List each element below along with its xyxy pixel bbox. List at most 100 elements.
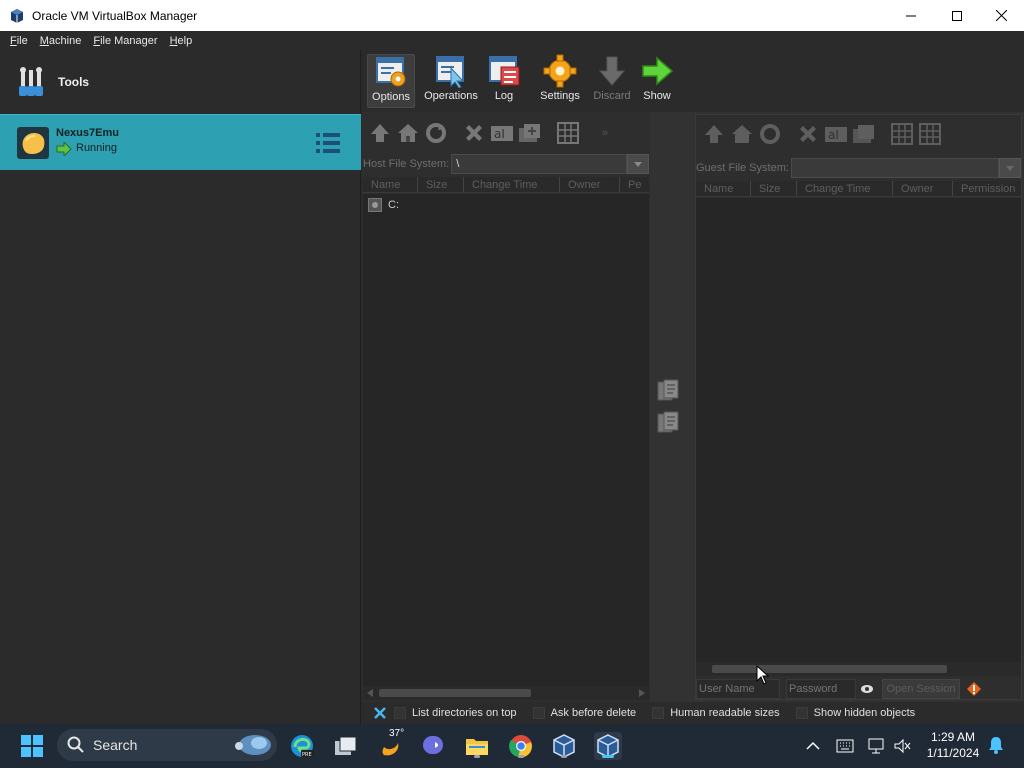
tools-item[interactable]: Tools bbox=[0, 50, 361, 113]
guest-col-permission[interactable]: Permission bbox=[953, 181, 1021, 196]
guest-refresh-icon[interactable] bbox=[756, 120, 784, 148]
guest-home-icon[interactable] bbox=[728, 120, 756, 148]
log-button[interactable]: Log bbox=[486, 54, 522, 108]
host-create-folder-icon[interactable] bbox=[516, 119, 544, 147]
guest-col-name[interactable]: Name bbox=[696, 181, 751, 196]
running-indicator bbox=[474, 755, 480, 758]
host-path-dropdown[interactable] bbox=[627, 154, 649, 174]
host-col-size[interactable]: Size bbox=[418, 177, 464, 192]
taskbar-search[interactable]: Search bbox=[57, 729, 277, 761]
settings-button[interactable]: Settings bbox=[537, 54, 583, 108]
copy-to-host-icon[interactable] bbox=[656, 410, 682, 436]
chat-icon bbox=[423, 736, 443, 754]
host-col-name[interactable]: Name bbox=[363, 177, 418, 192]
guest-delete-icon[interactable] bbox=[794, 120, 822, 148]
close-options-icon[interactable] bbox=[373, 706, 387, 720]
guest-go-up-icon[interactable] bbox=[700, 120, 728, 148]
menu-file-manager[interactable]: File Manager bbox=[87, 35, 163, 47]
scrollbar-thumb[interactable] bbox=[379, 689, 531, 697]
host-col-change-time[interactable]: Change Time bbox=[464, 177, 560, 192]
chevron-down-icon bbox=[634, 161, 643, 167]
window-title: Oracle VM VirtualBox Manager bbox=[32, 8, 198, 23]
list-item[interactable]: C: bbox=[368, 198, 399, 212]
show-label: Show bbox=[643, 90, 671, 102]
discard-button[interactable]: Discard bbox=[592, 54, 632, 108]
notification-bell-icon[interactable] bbox=[988, 736, 1004, 754]
tools-label: Tools bbox=[58, 74, 90, 89]
volume-muted-icon[interactable] bbox=[893, 738, 911, 754]
scroll-right-icon[interactable] bbox=[639, 689, 645, 697]
teams-chat-app[interactable] bbox=[419, 732, 447, 760]
guest-path-dropdown[interactable] bbox=[999, 158, 1021, 178]
host-col-permissions[interactable]: Pe bbox=[620, 177, 648, 192]
weather-widget[interactable]: 37° bbox=[375, 728, 404, 760]
list-dirs-checkbox[interactable] bbox=[394, 707, 406, 719]
show-hidden-label: Show hidden objects bbox=[813, 707, 916, 719]
guest-properties-icon[interactable] bbox=[888, 120, 916, 148]
host-panel-toolbar: aI » bbox=[366, 114, 650, 152]
virtualbox-app-2[interactable] bbox=[594, 732, 622, 760]
host-horizontal-scrollbar[interactable] bbox=[363, 686, 649, 700]
tray-overflow-chevron-up-icon[interactable] bbox=[806, 741, 820, 751]
maximize-button[interactable] bbox=[934, 0, 980, 31]
host-col-owner[interactable]: Owner bbox=[560, 177, 620, 192]
guest-file-list[interactable] bbox=[696, 198, 1021, 662]
operations-button[interactable]: Operations bbox=[422, 54, 480, 108]
minimize-button[interactable] bbox=[888, 0, 934, 31]
details-menu-icon[interactable] bbox=[315, 131, 341, 155]
guest-col-owner[interactable]: Owner bbox=[893, 181, 953, 196]
svg-text:aI: aI bbox=[828, 128, 839, 142]
options-button[interactable]: Options bbox=[367, 54, 415, 108]
operations-label: Operations bbox=[424, 90, 478, 102]
close-button[interactable] bbox=[978, 0, 1024, 31]
show-hidden-checkbox[interactable] bbox=[795, 707, 808, 719]
keyboard-icon[interactable] bbox=[836, 739, 854, 753]
host-home-icon[interactable] bbox=[394, 119, 422, 147]
human-sizes-checkbox[interactable] bbox=[652, 707, 665, 719]
chevron-down-icon bbox=[1006, 165, 1015, 171]
host-go-up-icon[interactable] bbox=[366, 119, 394, 147]
guest-select-all-icon[interactable] bbox=[916, 120, 944, 148]
scrollbar-thumb[interactable] bbox=[712, 665, 947, 673]
host-refresh-icon[interactable] bbox=[422, 119, 450, 147]
file-manager-options-bar: List directories on top Ask before delet… bbox=[362, 702, 1024, 724]
copy-to-guest-icon[interactable] bbox=[656, 378, 682, 404]
chrome-app[interactable] bbox=[507, 732, 535, 760]
system-clock[interactable]: 1:29 AM 1/11/2024 bbox=[918, 729, 988, 761]
virtualbox-app-1[interactable] bbox=[550, 732, 578, 760]
file-manager-area: Options Operations Log Settings Discard … bbox=[362, 50, 1024, 724]
host-path-input[interactable]: \ bbox=[451, 154, 628, 174]
open-session-button[interactable]: Open Session bbox=[882, 679, 960, 699]
svg-text:PRE: PRE bbox=[302, 752, 312, 758]
drive-icon bbox=[368, 198, 382, 212]
start-button[interactable] bbox=[18, 732, 46, 760]
guest-path-row: Guest File System: bbox=[696, 157, 1021, 179]
password-field[interactable] bbox=[786, 679, 856, 699]
task-view-app[interactable] bbox=[331, 732, 359, 760]
vm-list-item[interactable]: Nexus7Emu Running bbox=[0, 114, 361, 170]
menu-file[interactable]: File bbox=[4, 35, 34, 47]
show-password-eye-icon[interactable] bbox=[860, 684, 874, 694]
host-path-label: Host File System: bbox=[363, 158, 450, 170]
host-properties-icon[interactable] bbox=[554, 119, 582, 147]
guest-horizontal-scrollbar[interactable] bbox=[696, 662, 1021, 676]
guest-create-folder-icon[interactable] bbox=[850, 120, 878, 148]
guest-col-size[interactable]: Size bbox=[751, 181, 797, 196]
guest-col-change-time[interactable]: Change Time bbox=[797, 181, 893, 196]
edge-browser-app[interactable]: PRE bbox=[288, 732, 316, 760]
menu-help[interactable]: Help bbox=[164, 35, 199, 47]
guest-rename-icon[interactable]: aI bbox=[822, 120, 850, 148]
ask-delete-checkbox[interactable] bbox=[532, 707, 545, 719]
host-toolbar-overflow-icon[interactable]: » bbox=[602, 127, 608, 139]
host-panel: aI » Host File System: \ Name Size Chang… bbox=[362, 112, 650, 702]
list-dirs-label: List directories on top bbox=[412, 707, 517, 719]
network-icon[interactable] bbox=[866, 737, 886, 755]
menu-machine[interactable]: Machine bbox=[34, 35, 88, 47]
host-delete-icon[interactable] bbox=[460, 119, 488, 147]
guest-path-input[interactable] bbox=[790, 158, 1000, 178]
host-file-list[interactable]: C: bbox=[363, 194, 649, 686]
file-explorer-app[interactable] bbox=[463, 732, 491, 760]
scroll-left-icon[interactable] bbox=[367, 689, 373, 697]
show-button[interactable]: Show bbox=[640, 54, 674, 108]
host-rename-icon[interactable]: aI bbox=[488, 119, 516, 147]
